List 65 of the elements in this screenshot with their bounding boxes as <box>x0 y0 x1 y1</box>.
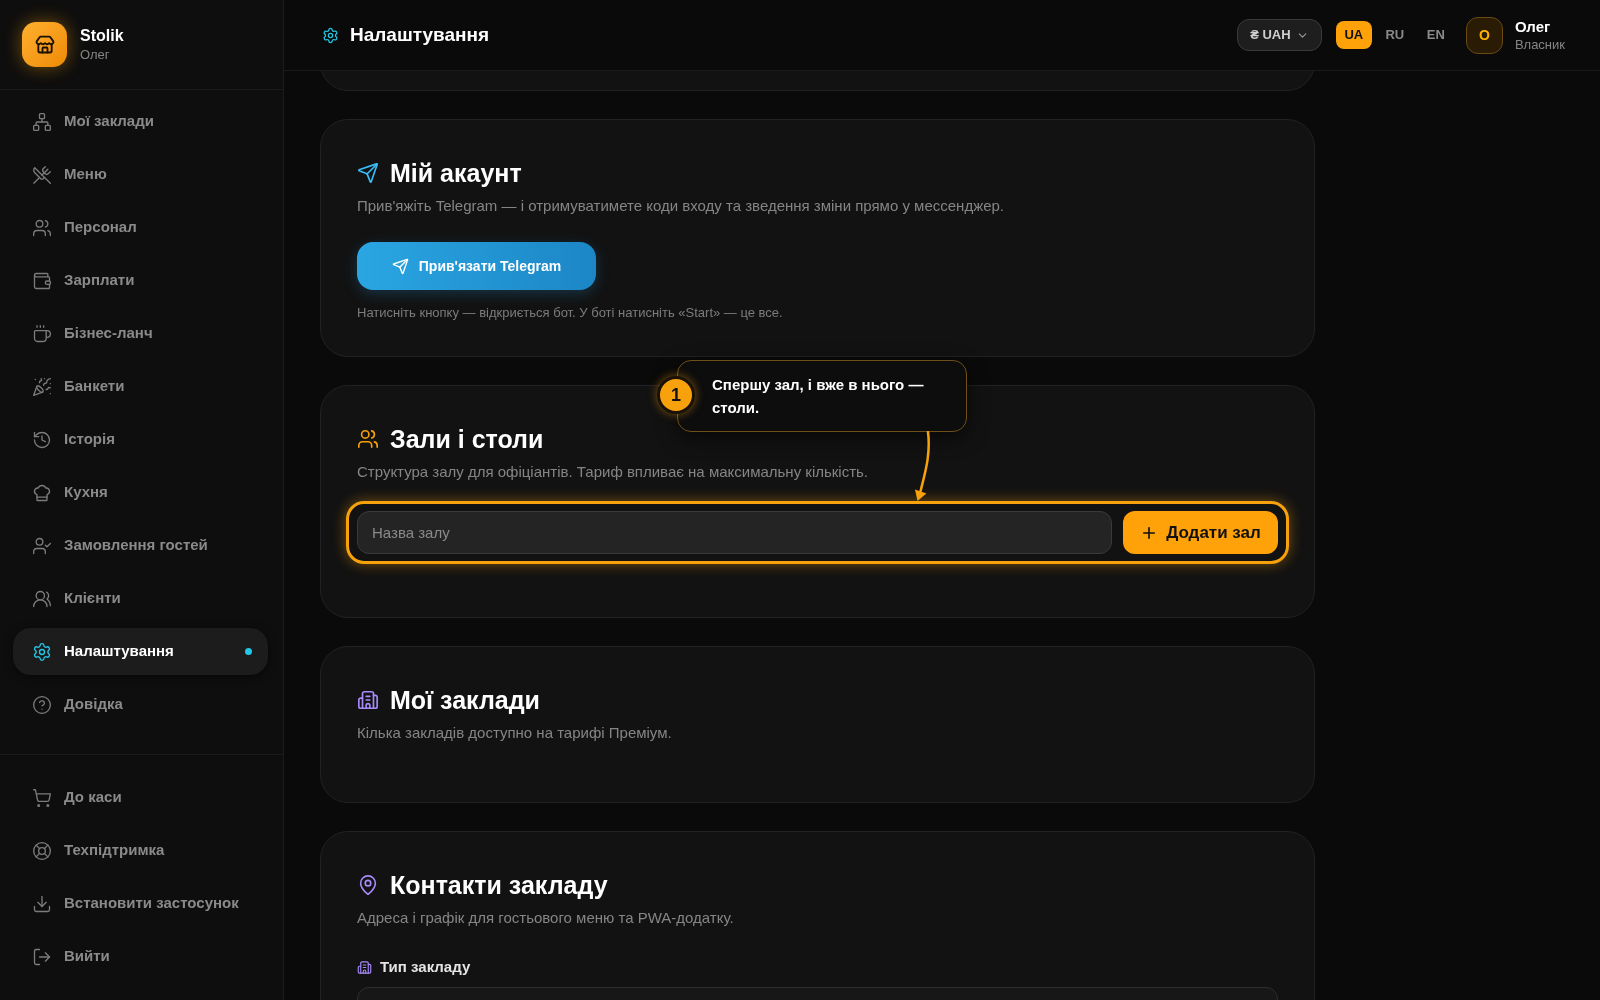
section-description: Прив'яжіть Telegram — і отримуватимете коди входу та зведення зміни прямо у мессенджер. <box>357 196 1006 216</box>
language-tab[interactable]: UA <box>1335 21 1372 49</box>
hint-text: Натисніть кнопку — відкриється бот. У боті натисніть «Start» — це все. <box>357 304 784 322</box>
send-icon <box>391 257 409 275</box>
history-icon <box>32 429 52 450</box>
sidebar-item[interactable]: Клієнти <box>13 575 268 622</box>
sidebar-item[interactable]: Техпідтримка <box>13 827 268 874</box>
section-title: Контакти закладу <box>390 870 608 900</box>
step-number: 1 <box>657 376 695 414</box>
sidebar-item[interactable]: Мої заклади <box>13 98 268 145</box>
user-name: Олег <box>1514 16 1552 36</box>
sidebar-item[interactable]: Налаштування <box>13 628 268 675</box>
sidebar-item[interactable]: Вийти <box>13 933 268 980</box>
network-icon <box>32 111 52 132</box>
link-telegram-button[interactable]: Прив'язати Telegram <box>357 242 596 290</box>
sidebar-item[interactable]: Довідка <box>13 681 268 728</box>
help-icon <box>32 694 52 715</box>
section-description: Кілька закладів доступно на тарифі Преміум. <box>357 723 673 743</box>
map-pin-icon <box>357 874 379 896</box>
add-hall-button[interactable]: Додати зал <box>1123 511 1278 554</box>
store-icon <box>22 22 67 67</box>
currency-select[interactable]: ₴ UAH <box>1236 19 1322 51</box>
tooltip-text: Спершу зал, і вже в нього — столи. <box>712 375 925 418</box>
sidebar-item[interactable]: Бізнес-ланч <box>13 310 268 357</box>
user-avatar[interactable]: О <box>1465 16 1503 54</box>
sidebar-item[interactable]: Банкети <box>13 363 268 410</box>
settings-icon <box>32 641 52 662</box>
send-icon <box>357 162 379 184</box>
crossed-utensils-icon <box>32 164 52 185</box>
cup-icon <box>32 323 52 344</box>
people-icon <box>357 428 379 450</box>
user-check-icon <box>32 535 52 556</box>
people-icon <box>32 217 52 238</box>
section-title: Мої заклади <box>390 685 540 715</box>
people-icon <box>32 588 52 609</box>
sidebar-item[interactable]: Персонал <box>13 204 268 251</box>
chef-hat-icon <box>32 482 52 503</box>
lifebuoy-icon <box>32 840 52 861</box>
section-title: Зали і столи <box>390 424 544 454</box>
sidebar-item[interactable]: Встановити застосунок <box>13 880 268 927</box>
cart-icon <box>32 787 52 808</box>
brand-name: Stolik <box>80 25 124 46</box>
sidebar-item[interactable]: Меню <box>13 151 268 198</box>
sidebar-item[interactable]: Замовлення гостей <box>13 522 268 569</box>
language-tab[interactable]: RU <box>1376 21 1413 49</box>
sidebar-item[interactable]: Зарплати <box>13 257 268 304</box>
building-icon <box>357 959 372 975</box>
building-icon <box>357 689 379 711</box>
sidebar-item[interactable]: Історія <box>13 416 268 463</box>
user-role: Власник <box>1514 35 1565 54</box>
hall-name-input[interactable]: Назва залу <box>357 511 1112 554</box>
section-title: Мій акаунт <box>390 158 522 188</box>
download-icon <box>32 893 52 914</box>
brand-user: Олег <box>80 45 111 64</box>
field-label: Тип закладу <box>380 957 471 977</box>
settings-icon <box>322 26 339 44</box>
logout-icon <box>32 946 52 967</box>
section-description: Структура залу для офіціантів. Тариф впливає на максимальну кількість. <box>357 462 870 482</box>
section-description: Адреса і графік для гостьового меню та PWA-додатку. <box>357 908 735 928</box>
wallet-icon <box>32 270 52 291</box>
sidebar-item[interactable]: До каси <box>13 774 268 821</box>
page-title: Налаштування <box>350 22 490 47</box>
sidebar-item[interactable]: Кухня <box>13 469 268 516</box>
language-tab[interactable]: EN <box>1417 21 1454 49</box>
party-popper-icon <box>32 376 52 397</box>
